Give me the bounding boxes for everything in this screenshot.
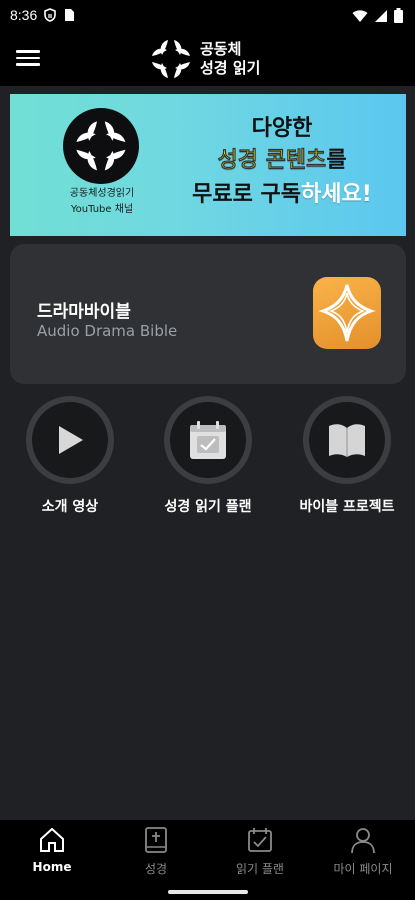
nav-bible[interactable]: 성경 — [104, 826, 208, 877]
cross-wreath-logo-icon — [152, 40, 190, 78]
drama-bible-subtitle: Audio Drama Bible — [37, 322, 178, 340]
nav-home[interactable]: Home — [0, 826, 104, 874]
nav-home-label: Home — [32, 860, 72, 874]
person-icon — [351, 828, 375, 854]
banner-headline-line-2-rest: 를 — [326, 148, 347, 173]
banner-headline-line-3b: 하세요! — [301, 182, 372, 207]
calendar-check-icon — [190, 421, 226, 459]
banner-headline: 다양한 성경 콘텐츠를 무료로 구독하세요! — [166, 114, 398, 212]
app-logo: 공동체 성경 읽기 — [148, 36, 260, 82]
reading-plan-label: 성경 읽기 플랜 — [164, 499, 252, 515]
cross-emblem-icon — [318, 284, 376, 342]
status-bar: 8:36 — [0, 0, 415, 32]
logo-line-1: 공동체 — [200, 40, 242, 58]
reading-plan-button[interactable]: 성경 읽기 플랜 — [148, 396, 268, 516]
intro-video-label: 소개 영상 — [41, 499, 99, 515]
sim-card-icon — [65, 9, 74, 21]
map-book-icon — [329, 424, 365, 457]
intro-video-button[interactable]: 소개 영상 — [10, 396, 130, 516]
bottom-navigation: Home 성경 읽기 플랜 마이 페이지 — [0, 820, 415, 900]
nav-reading-plan[interactable]: 읽기 플랜 — [208, 826, 312, 877]
youtube-channel-banner[interactable]: 공동체성경읽기 YouTube 채널 다양한 성경 콘텐츠를 무료로 구독하세요… — [10, 94, 406, 236]
drama-bible-app-icon — [313, 277, 381, 349]
nav-my-page-label: 마이 페이지 — [333, 862, 393, 876]
nav-bible-label: 성경 — [144, 862, 168, 876]
app-bar: 공동체 성경 읽기 — [0, 32, 415, 86]
bible-project-label: 바이블 프로젝트 — [299, 499, 395, 515]
banner-headline-line-1: 다양한 — [251, 116, 313, 141]
bible-project-button[interactable]: 바이블 프로젝트 — [287, 396, 407, 516]
hamburger-menu-icon[interactable] — [16, 46, 40, 70]
status-time: 8:36 — [10, 7, 38, 23]
gesture-bar[interactable] — [168, 890, 248, 894]
nav-my-page[interactable]: 마이 페이지 — [311, 826, 415, 877]
drama-bible-card[interactable]: 드라마바이블 Audio Drama Bible — [10, 244, 406, 384]
signal-icon — [375, 9, 387, 22]
banner-highlight-text: 성경 콘텐츠 — [217, 148, 327, 173]
home-icon — [40, 827, 64, 852]
banner-channel-name: 공동체성경읽기 — [69, 188, 135, 199]
banner-headline-line-3a: 무료로 구독 — [192, 182, 302, 207]
wifi-icon — [352, 9, 368, 22]
logo-line-2: 성경 읽기 — [200, 59, 261, 77]
shield-icon — [44, 8, 56, 22]
channel-logo — [63, 108, 139, 184]
play-icon — [59, 426, 83, 454]
calendar-check-icon — [248, 828, 272, 852]
bible-icon — [145, 827, 167, 853]
battery-icon — [394, 8, 403, 23]
drama-bible-title: 드라마바이블 — [37, 302, 131, 322]
banner-channel-label: YouTube 채널 — [70, 204, 134, 215]
nav-reading-plan-label: 읽기 플랜 — [236, 862, 284, 876]
cross-wreath-logo-icon — [76, 121, 126, 171]
